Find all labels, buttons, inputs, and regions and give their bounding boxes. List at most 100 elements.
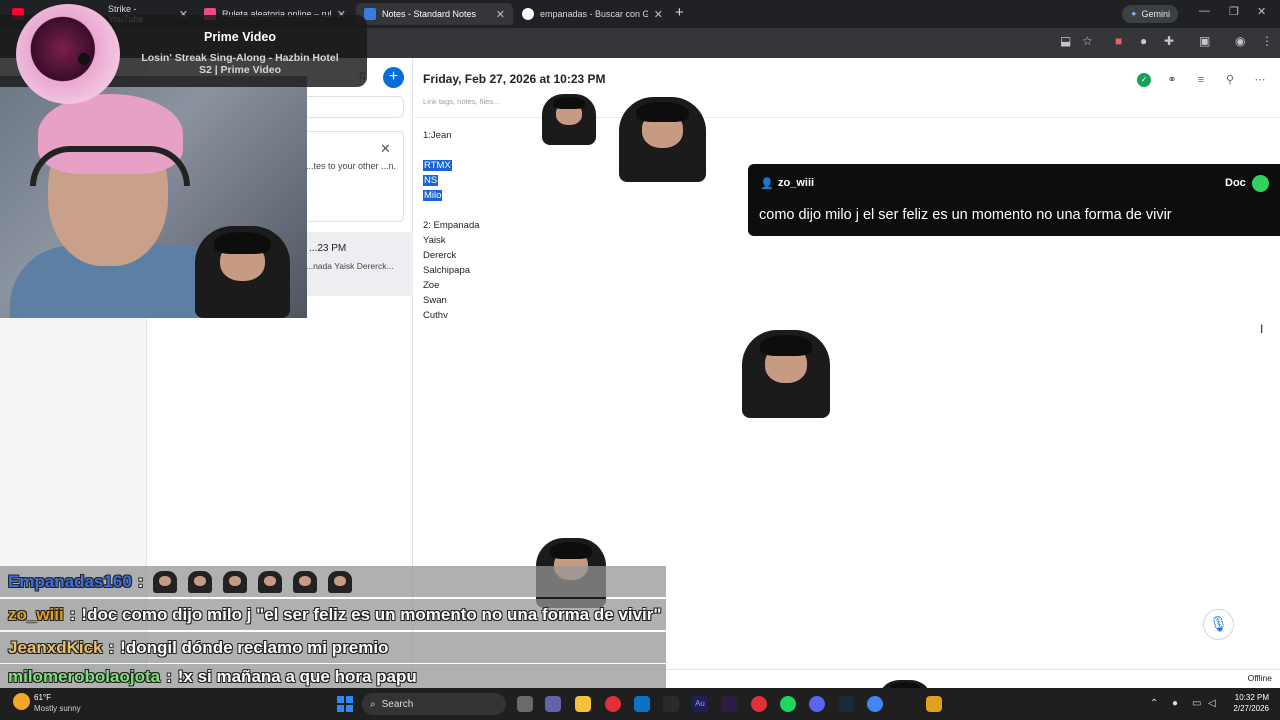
bookmark-star-icon[interactable]: ☆ bbox=[1082, 34, 1093, 48]
now-playing-subtitle: Losin' Streak Sing-Along - Hazbin Hotel … bbox=[141, 52, 339, 76]
saved-check-icon: ✓ bbox=[1137, 73, 1151, 87]
chat-message: zo_wiii : !doc como dijo milo j "el ser … bbox=[0, 599, 666, 630]
weather-description[interactable]: Mostly sunny bbox=[34, 704, 81, 713]
tray-chevron-icon[interactable]: ⌃ bbox=[1150, 698, 1158, 709]
webcam-feed bbox=[0, 76, 307, 318]
chat-username: JeanxdKick bbox=[8, 637, 103, 657]
chat-separator: : bbox=[69, 604, 76, 624]
chrome-icon[interactable] bbox=[867, 696, 883, 712]
install-app-icon[interactable]: ⬓ bbox=[1060, 34, 1071, 48]
note-line-selected: RTMX bbox=[423, 160, 452, 171]
weather-temperature[interactable]: 61°F bbox=[34, 693, 51, 702]
vegas-icon[interactable] bbox=[721, 696, 737, 712]
emote-icon bbox=[223, 570, 248, 593]
close-icon[interactable]: ✕ bbox=[380, 141, 391, 157]
steam-icon[interactable] bbox=[838, 696, 854, 712]
chat-alert-box bbox=[748, 164, 1280, 236]
tab-title: Notes - Standard Notes bbox=[382, 9, 477, 19]
after-effects-icon[interactable]: Au bbox=[692, 696, 708, 712]
chat-separator: : bbox=[166, 667, 172, 686]
chat-text: !x si mañana a que hora papu bbox=[177, 667, 417, 686]
gemini-sparkle-icon: ✦ bbox=[1130, 8, 1138, 19]
note-line: Swan bbox=[423, 295, 447, 306]
restore-icon[interactable]: ❐ bbox=[1229, 5, 1239, 18]
tab-standard-notes[interactable]: Notes - Standard Notes ✕ bbox=[356, 3, 513, 25]
weather-sun-icon[interactable] bbox=[13, 693, 30, 710]
extension-red-icon[interactable]: ■ bbox=[1115, 34, 1122, 48]
minimize-icon[interactable]: — bbox=[1199, 5, 1210, 17]
microphone-icon[interactable]: ● bbox=[1140, 34, 1147, 48]
tray-volume-icon[interactable]: ◁ bbox=[1208, 698, 1216, 709]
emote-icon bbox=[328, 570, 353, 593]
alert-username: zo_wiii bbox=[778, 177, 815, 189]
emote-icon bbox=[258, 570, 283, 593]
taskbar-search-label: Search bbox=[381, 698, 414, 710]
note-line-selected: Milo bbox=[423, 190, 443, 201]
chat-message: JeanxdKick : !dongil dónde reclamo mi pr… bbox=[0, 632, 666, 663]
close-icon[interactable]: ✕ bbox=[654, 8, 663, 21]
clock-time[interactable]: 10:32 PM bbox=[1233, 693, 1269, 702]
note-line: Dererck bbox=[423, 250, 457, 261]
profile-avatar-icon[interactable]: ◉ bbox=[1235, 34, 1245, 48]
headphones-icon bbox=[30, 146, 190, 186]
voice-input-microphone-icon[interactable]: 🎙 bbox=[1203, 609, 1234, 640]
close-icon[interactable]: ✕ bbox=[496, 8, 505, 21]
tab-google[interactable]: empanadas - Buscar con Google ✕ bbox=[514, 3, 671, 25]
stream-chat-overlay: Empanadas160 : zo_wiii : !doc como dijo … bbox=[0, 566, 666, 690]
task-view-icon[interactable] bbox=[517, 696, 533, 712]
media-player-icon[interactable] bbox=[751, 696, 767, 712]
new-tab-button[interactable]: + bbox=[675, 4, 684, 21]
emote-icon bbox=[293, 570, 318, 593]
person-sticker bbox=[542, 94, 596, 145]
text-cursor-icon: I bbox=[1260, 322, 1264, 336]
format-lines-icon[interactable]: ≡ bbox=[1194, 73, 1208, 87]
tab-title: empanadas - Buscar con Google bbox=[540, 9, 648, 19]
side-panel-icon[interactable]: ▣ bbox=[1199, 34, 1210, 48]
chat-username: milomerobolaojota bbox=[8, 667, 161, 686]
chat-message: milomerobolaojota : !x si mañana a que h… bbox=[0, 664, 666, 690]
gemini-label: Gemini bbox=[1141, 9, 1171, 19]
file-explorer-icon[interactable] bbox=[575, 696, 591, 712]
new-note-button[interactable]: + bbox=[383, 67, 404, 88]
more-options-icon[interactable]: ⋯ bbox=[1253, 73, 1267, 87]
note-editor-body[interactable]: 1:Jean RTMX NS Milo 2: Empanada Yaisk De… bbox=[423, 128, 480, 323]
browser-menu-icon[interactable]: ⋮ bbox=[1261, 34, 1273, 48]
note-line bbox=[423, 203, 480, 218]
app-icon[interactable] bbox=[663, 696, 679, 712]
note-line: Yaisk bbox=[423, 235, 446, 246]
tray-microphone-icon[interactable]: ● bbox=[1172, 698, 1178, 709]
chat-separator: : bbox=[137, 571, 144, 591]
clock-date[interactable]: 2/27/2026 bbox=[1228, 704, 1269, 713]
note-list-item-time: ...23 PM bbox=[309, 243, 347, 254]
emote-icon bbox=[153, 570, 178, 593]
chat-username: zo_wiii bbox=[8, 604, 64, 624]
taskbar-search-box[interactable]: ⌕ Search bbox=[362, 693, 506, 715]
google-favicon-icon bbox=[522, 8, 534, 20]
discord-icon[interactable] bbox=[809, 696, 825, 712]
notes-search-input[interactable] bbox=[300, 96, 404, 118]
chat-separator: : bbox=[108, 637, 115, 657]
note-list-item-preview: ...nada Yaisk Dererck... bbox=[306, 261, 394, 271]
note-line: Cuthv bbox=[423, 310, 448, 321]
windows-start-icon[interactable] bbox=[337, 696, 353, 712]
info-card-text: ...tes to your other ...n. bbox=[306, 161, 397, 171]
alert-status-dot-icon bbox=[1252, 175, 1269, 192]
store-icon[interactable] bbox=[634, 696, 650, 712]
spotify-icon[interactable] bbox=[780, 696, 796, 712]
screen: Strike - YouTube ✕ Ruleta aleatoria onli… bbox=[0, 0, 1280, 720]
opera-icon[interactable] bbox=[605, 696, 621, 712]
teams-icon[interactable] bbox=[545, 696, 561, 712]
chat-text: !doc como dijo milo j "el ser feliz es u… bbox=[81, 604, 662, 624]
tray-display-icon[interactable]: ▭ bbox=[1192, 698, 1201, 709]
link-icon[interactable]: ⚭ bbox=[1165, 73, 1179, 87]
chat-username: Empanadas160 bbox=[8, 571, 132, 591]
app-icon[interactable] bbox=[926, 696, 942, 712]
extensions-puzzle-icon[interactable]: ✚ bbox=[1164, 34, 1174, 48]
link-tags-input[interactable]: Link tags, notes, files... bbox=[423, 97, 499, 106]
gemini-button[interactable]: ✦ Gemini bbox=[1122, 5, 1179, 23]
note-title[interactable]: Friday, Feb 27, 2026 at 10:23 PM bbox=[423, 72, 606, 86]
pin-icon[interactable]: ⚲ bbox=[1223, 73, 1237, 87]
search-icon: ⌕ bbox=[370, 698, 376, 710]
window-close-icon[interactable]: ✕ bbox=[1257, 5, 1266, 18]
person-sticker bbox=[619, 97, 706, 182]
